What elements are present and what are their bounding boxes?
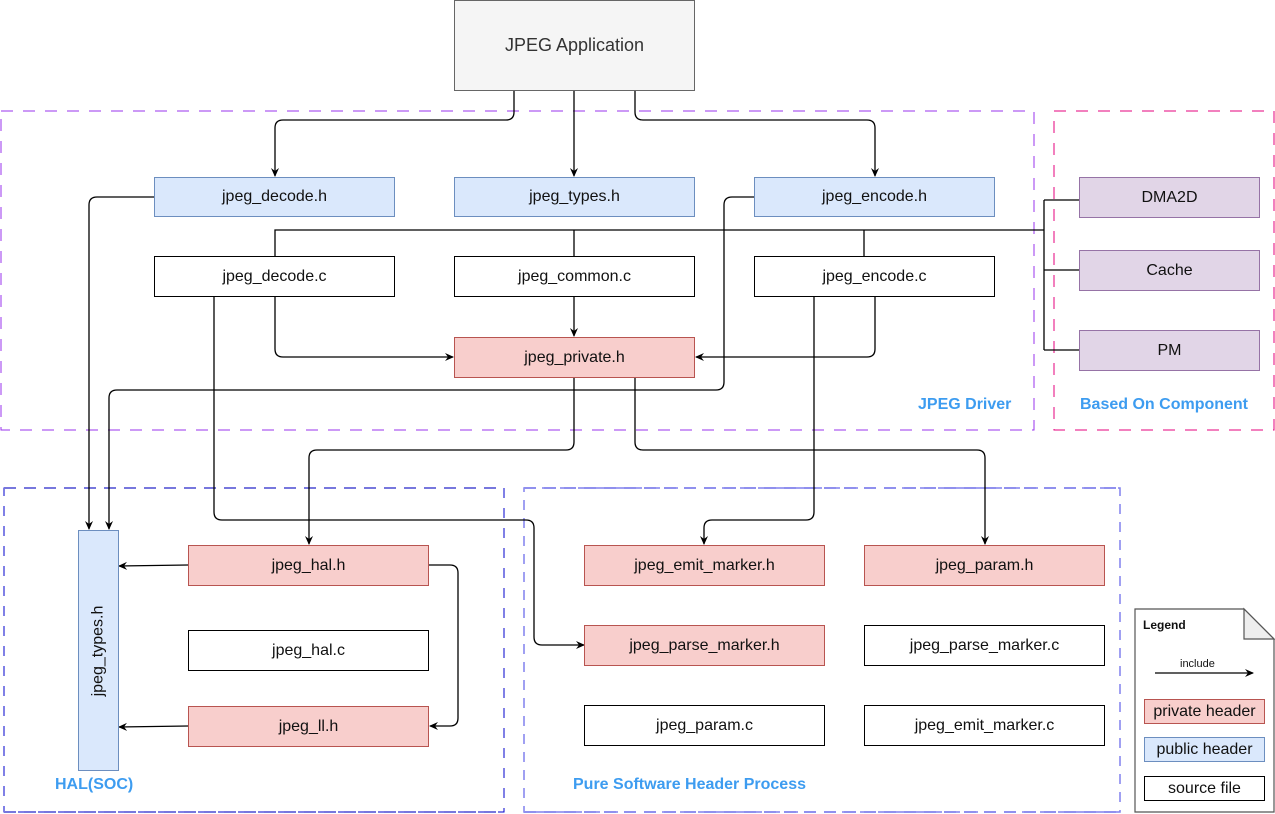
- jpeg-types-h-node[interactable]: jpeg_types.h: [454, 177, 695, 217]
- jpeg-emit-marker-h-node[interactable]: jpeg_emit_marker.h: [584, 545, 825, 586]
- jpeg-param-c-node[interactable]: jpeg_param.c: [584, 705, 825, 746]
- jpeg-param-h-node[interactable]: jpeg_param.h: [864, 545, 1105, 586]
- edge-private-hal-h: [305, 377, 575, 545]
- jpeg-emit-marker-c-node[interactable]: jpeg_emit_marker.c: [864, 705, 1105, 746]
- legend-include-label: include: [1180, 658, 1215, 670]
- edge-component-spine: [1043, 199, 1079, 351]
- edge-ll-h-hal-types: [118, 722, 189, 731]
- jpeg-parse-marker-h-node[interactable]: jpeg_parse_marker.h: [584, 625, 825, 666]
- edge-encode-c-private: [695, 296, 876, 361]
- legend-source-file: source file: [1144, 776, 1265, 801]
- cache-node[interactable]: Cache: [1079, 250, 1260, 291]
- edge-decode-h-hal-types: [85, 196, 154, 530]
- dma2d-node[interactable]: DMA2D: [1079, 177, 1260, 218]
- pure-software-label: Pure Software Header Process: [573, 776, 806, 793]
- jpeg-encode-h-node[interactable]: jpeg_encode.h: [754, 177, 995, 217]
- jpeg-encode-c-node[interactable]: jpeg_encode.c: [754, 256, 995, 297]
- jpeg-ll-h-node[interactable]: jpeg_ll.h: [188, 706, 429, 747]
- jpeg-application-node[interactable]: JPEG Application: [454, 0, 695, 91]
- legend-title: Legend: [1143, 618, 1186, 632]
- pm-node[interactable]: PM: [1079, 330, 1260, 371]
- edge-app-decode-h: [271, 90, 515, 177]
- jpeg-common-c-node[interactable]: jpeg_common.c: [454, 256, 695, 297]
- hal-soc-label: HAL(SOC): [55, 776, 134, 793]
- jpeg-hal-h-node[interactable]: jpeg_hal.h: [188, 545, 429, 586]
- edge-decode-c-private: [274, 296, 454, 361]
- edge-encode-c-emit-marker: [700, 296, 815, 545]
- legend-fold-icon: [1243, 607, 1275, 640]
- based-on-component-label: Based On Component: [1080, 396, 1249, 413]
- jpeg-decode-c-node[interactable]: jpeg_decode.c: [154, 256, 395, 297]
- edge-hal-h-hal-types: [118, 561, 189, 570]
- jpeg-types-h-hal-label: jpeg_types.h: [89, 605, 107, 696]
- jpeg-hal-c-node[interactable]: jpeg_hal.c: [188, 630, 429, 671]
- edge-sources-bus: [274, 229, 1044, 256]
- jpeg-private-h-node[interactable]: jpeg_private.h: [454, 337, 695, 378]
- legend-public-header: public header: [1144, 737, 1265, 762]
- jpeg-parse-marker-c-node[interactable]: jpeg_parse_marker.c: [864, 625, 1105, 666]
- jpeg-types-h-hal-node[interactable]: jpeg_types.h: [78, 530, 119, 771]
- jpeg-decode-h-node[interactable]: jpeg_decode.h: [154, 177, 395, 217]
- edge-hal-h-ll-h: [429, 564, 459, 730]
- edge-app-encode-h: [634, 90, 879, 177]
- jpeg-driver-label: JPEG Driver: [918, 396, 1012, 413]
- legend-private-header: private header: [1144, 699, 1265, 724]
